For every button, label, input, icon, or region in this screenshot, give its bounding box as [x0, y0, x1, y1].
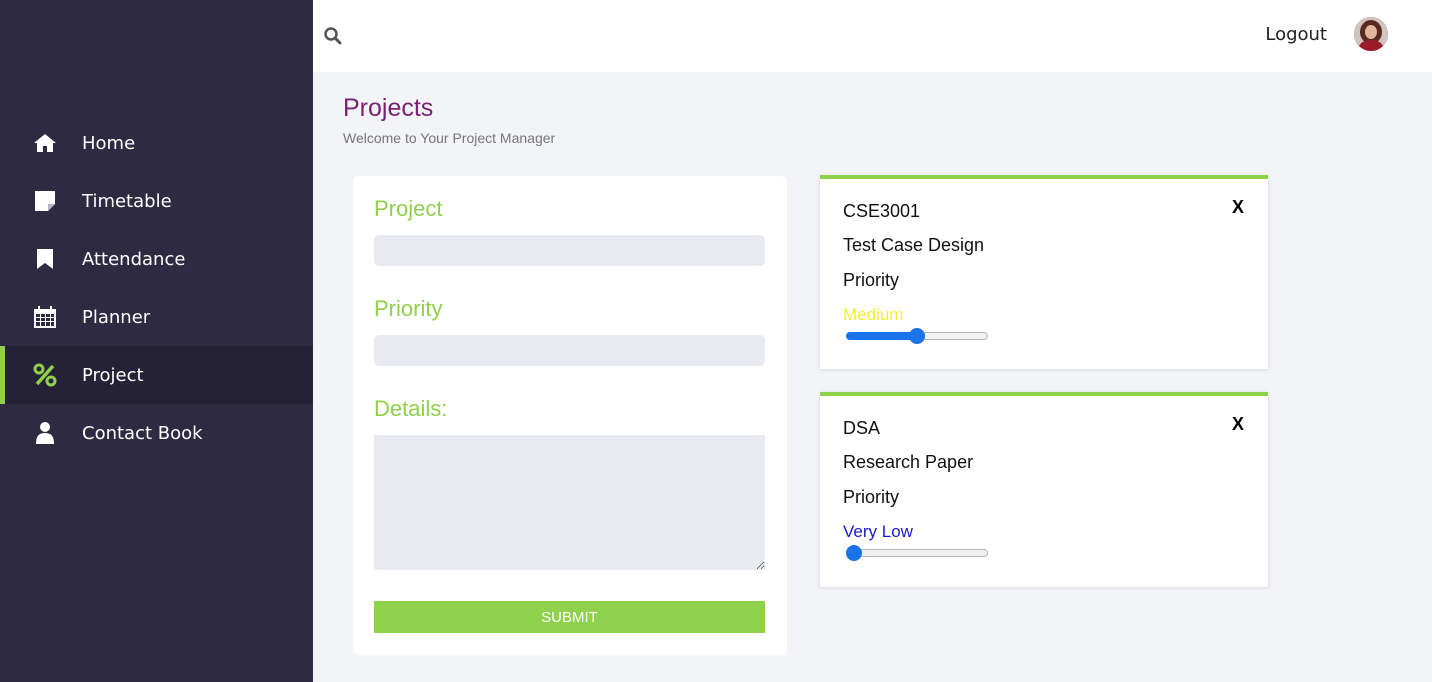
sidebar-item-label: Planner — [82, 306, 151, 328]
project-title: Research Paper — [843, 452, 974, 472]
project-card: CSE3001 X Test Case Design Priority Medi… — [820, 175, 1268, 369]
page-title: Projects — [343, 94, 434, 122]
bookmark-icon — [32, 246, 58, 272]
calendar-icon — [32, 304, 58, 330]
sidebar-item-contact-book[interactable]: Contact Book — [0, 404, 313, 462]
page-subtitle: Welcome to Your Project Manager — [343, 130, 556, 146]
sidebar-item-timetable[interactable]: Timetable — [0, 172, 313, 230]
project-title: Test Case Design — [843, 235, 985, 255]
sidebar-item-attendance[interactable]: Attendance — [0, 230, 313, 288]
project-input[interactable] — [374, 235, 765, 266]
note-icon — [32, 188, 58, 214]
project-card: DSA X Research Paper Priority Very Low — [820, 392, 1268, 587]
sidebar-item-planner[interactable]: Planner — [0, 288, 313, 346]
project-code: CSE3001 — [843, 201, 921, 221]
details-label: Details: — [374, 396, 448, 421]
slider-thumb[interactable] — [909, 328, 925, 344]
close-button[interactable]: X — [1232, 414, 1244, 435]
project-form: Project Priority Details: SUBMIT — [353, 176, 787, 655]
close-button[interactable]: X — [1232, 197, 1244, 218]
priority-level: Very Low — [843, 522, 913, 541]
search-icon[interactable] — [323, 26, 343, 46]
sidebar-item-label: Contact Book — [82, 422, 203, 444]
details-textarea[interactable] — [374, 435, 765, 570]
project-code: DSA — [843, 418, 881, 438]
priority-label: Priority — [374, 296, 443, 321]
sidebar-item-label: Home — [82, 132, 136, 154]
priority-label: Priority — [843, 487, 900, 507]
priority-label: Priority — [843, 270, 900, 290]
sidebar-item-label: Timetable — [82, 190, 172, 212]
sidebar-item-label: Attendance — [82, 248, 186, 270]
slider-thumb[interactable] — [846, 545, 862, 561]
slider-track — [846, 549, 988, 557]
sidebar-nav: Home Timetable Attendance Planner Projec… — [0, 114, 313, 462]
project-label: Project — [374, 196, 443, 221]
top-bar: Logout — [313, 0, 1432, 72]
slider-fill — [846, 332, 917, 340]
sidebar-item-label: Project — [82, 364, 144, 386]
sidebar-item-home[interactable]: Home — [0, 114, 313, 172]
percent-icon — [32, 362, 58, 388]
priority-input[interactable] — [374, 335, 765, 366]
logout-button[interactable]: Logout — [1265, 24, 1327, 45]
user-icon — [32, 420, 58, 446]
priority-slider[interactable] — [846, 545, 988, 561]
sidebar: Home Timetable Attendance Planner Projec… — [0, 0, 313, 682]
home-icon — [32, 130, 58, 156]
sidebar-item-project[interactable]: Project — [0, 346, 313, 404]
priority-slider[interactable] — [846, 328, 988, 344]
avatar[interactable] — [1354, 17, 1388, 51]
submit-button[interactable]: SUBMIT — [374, 601, 765, 633]
priority-level: Medium — [843, 305, 904, 324]
